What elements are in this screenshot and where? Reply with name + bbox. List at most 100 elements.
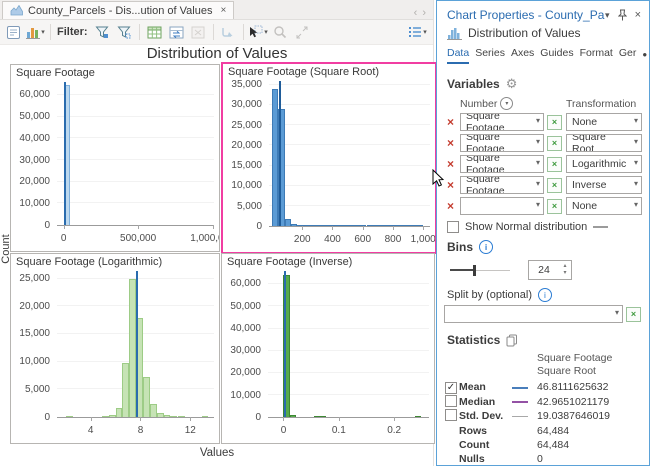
show-table-button[interactable] [144,22,165,42]
pin-icon[interactable] [617,9,627,21]
remove-variable-icon[interactable]: × [444,116,457,128]
subplot-square-footage-square-root-selected[interactable]: Square Footage (Square Root) 0 5,000 10,000… [221,62,437,254]
panel-header-icons: ▾ × [605,9,641,21]
number-column-header: Number ▾ [460,97,544,110]
filter-by-extent-button[interactable] [114,22,135,42]
tab-guides[interactable]: Guides [540,47,573,64]
split-by-select[interactable]: ▾ [444,305,623,323]
close-tab-icon[interactable]: × [220,5,226,16]
field-select[interactable]: Square Footage ▾ [460,134,544,152]
stat-label: Count [459,438,490,451]
chart-document-tab[interactable]: County_Parcels - Dis...ution of Values × [2,1,235,19]
chart-list-button[interactable]: ▾ [407,22,428,42]
tab-ger[interactable]: Ger [619,47,637,64]
full-extent-button-disabled[interactable] [292,22,313,42]
field-select[interactable]: Square Footage ▾ [460,113,544,131]
histogram-bar[interactable] [142,376,150,417]
histogram-bar[interactable] [289,415,296,417]
slider-handle[interactable] [472,264,476,276]
field-select[interactable]: Square Footage ▾ [460,176,544,194]
bins-spinner[interactable]: 24 ▴ ▾ [528,260,572,280]
histogram-bar[interactable] [108,415,116,417]
histogram-bar[interactable] [177,416,185,417]
histogram-bar[interactable] [101,416,109,417]
plot-area[interactable] [57,82,214,229]
x-tick-label: 500,000 [120,233,157,244]
export-button-disabled[interactable] [218,22,239,42]
filter-by-selection-button[interactable] [92,22,113,42]
zoom-mode-button-disabled[interactable] [270,22,291,42]
number-collapse-icon[interactable]: ▾ [500,97,514,110]
tab-series[interactable]: Series [475,47,505,64]
bins-slider[interactable] [450,264,510,277]
field-select[interactable]: ▾ [460,197,544,215]
tab-title: County_Parcels - Dis...ution of Values [28,4,213,17]
histogram-bar[interactable] [170,416,178,417]
stat-check-cell [445,408,459,424]
chart-properties-button[interactable] [3,22,24,42]
gridline [268,327,429,329]
transformation-select[interactable]: None ▾ [566,113,642,131]
copy-icon[interactable] [506,334,518,347]
expression-icon[interactable]: × [547,114,562,130]
plot-area[interactable] [57,271,214,421]
histogram-bar[interactable] [122,363,130,417]
split-by-info-icon[interactable]: i [538,288,552,302]
chevron-down-icon: ▾ [633,158,638,167]
plot-area[interactable] [268,271,429,421]
histogram-bar[interactable] [149,403,157,417]
expression-icon[interactable]: × [547,198,562,214]
gear-icon[interactable]: ⚙ [506,76,518,92]
gridline [268,393,429,395]
plot-area[interactable] [269,81,430,230]
panel-menu-chevron-icon[interactable]: ▾ [605,10,610,21]
tab-scroll-right-icon[interactable]: › [422,7,426,19]
panel-tabs: DataSeriesAxesGuidesFormatGer●●● ? [437,41,649,64]
field-select[interactable]: Square Footage ▾ [460,155,544,173]
close-panel-icon[interactable]: × [635,9,641,21]
transformation-select[interactable]: Square Root ▾ [566,134,642,152]
tab-data[interactable]: Data [447,47,470,64]
histogram-bar[interactable] [65,416,73,417]
stat-checkbox[interactable] [445,408,457,421]
stat-checkbox[interactable] [445,394,457,407]
expression-icon[interactable]: × [547,135,562,151]
transformation-select[interactable]: Inverse ▾ [566,176,642,194]
spinner-arrows[interactable]: ▴ ▾ [559,263,571,277]
histogram-bar[interactable] [201,416,209,417]
clear-selection-icon [191,26,205,38]
bins-info-icon[interactable]: i [479,240,494,254]
expression-icon[interactable]: × [547,177,562,193]
tab-scroll-left-icon[interactable]: ‹ [414,7,418,19]
stat-checkbox[interactable]: ✓ [445,381,457,394]
subplot-square-footage-logarithmic[interactable]: Square Footage (Logarithmic) 0 5,000 10,000… [10,253,220,444]
split-by-expression-icon[interactable]: × [626,306,641,322]
transformation-select[interactable]: None ▾ [566,197,642,215]
clear-selection-button-disabled[interactable] [188,22,209,42]
histogram-bar[interactable] [115,407,123,417]
show-normal-checkbox[interactable] [447,221,459,233]
tab-axes[interactable]: Axes [511,47,534,64]
field-select-value: Square Footage [466,176,505,194]
histogram-bar[interactable] [415,416,422,417]
remove-variable-icon[interactable]: × [444,200,457,212]
tab-format[interactable]: Format [580,47,613,64]
remove-variable-icon[interactable]: × [444,179,457,191]
histogram-bar[interactable] [156,412,164,417]
subplot-square-footage-inverse[interactable]: Square Footage (Inverse) 0 10,000 20,000 30,… [221,253,435,444]
transformation-select[interactable]: Logarithmic ▾ [566,155,642,173]
subplot-square-footage[interactable]: Square Footage 0 10,000 20,000 30,000 40,000 5… [10,64,220,252]
remove-variable-icon[interactable]: × [444,137,457,149]
split-by-heading-row: Split by (optional) i [447,288,639,302]
remove-variable-icon[interactable]: × [444,158,457,170]
x-tick-label: 4 [87,425,94,436]
histogram-bar[interactable] [320,416,327,417]
selection-mode-button[interactable]: ▾ [248,22,269,42]
spinner-up-icon[interactable]: ▴ [563,263,566,270]
tabs-overflow-icon[interactable]: ●●● [642,50,649,62]
chart-type-button[interactable]: ▾ [25,22,46,42]
switch-selection-button[interactable] [166,22,187,42]
spinner-down-icon[interactable]: ▾ [563,270,566,277]
expression-icon[interactable]: × [547,156,562,172]
histogram-bar[interactable] [163,415,171,417]
